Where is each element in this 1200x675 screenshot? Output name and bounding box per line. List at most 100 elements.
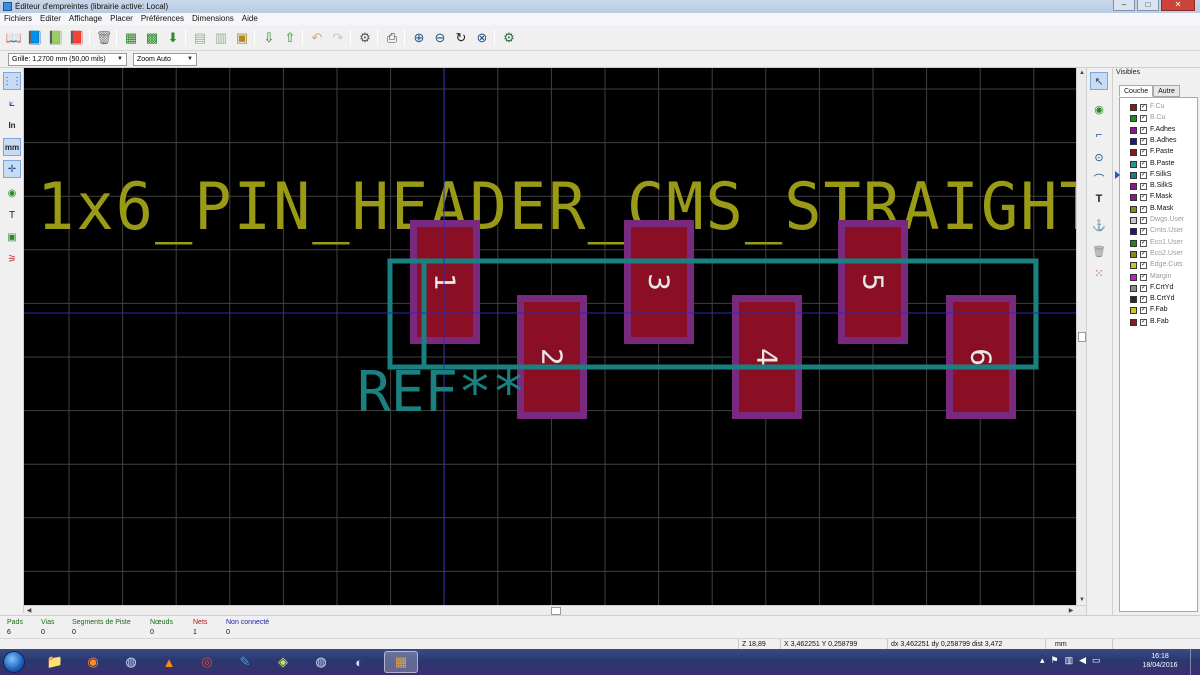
- vertical-scrollbar[interactable]: ▲ ▼: [1076, 68, 1086, 605]
- pad-2[interactable]: 2: [517, 295, 587, 419]
- network-icon[interactable]: ▥: [1065, 655, 1074, 666]
- menu-affichage[interactable]: Affichage: [69, 13, 102, 25]
- layer-row[interactable]: ✓ B.Cu: [1120, 113, 1199, 124]
- pad-5[interactable]: 5: [838, 220, 908, 344]
- layer-visibility-checkbox[interactable]: ✓: [1140, 149, 1147, 157]
- high-contrast-button[interactable]: ⚞: [3, 250, 21, 268]
- layer-color-swatch[interactable]: [1130, 273, 1137, 281]
- volume-icon[interactable]: ◀: [1079, 655, 1086, 666]
- edges-sketch-button[interactable]: ▣: [3, 228, 21, 246]
- add-circle-button[interactable]: ⊙: [1090, 148, 1108, 166]
- zoom-in-icon[interactable]: ⊕: [410, 29, 428, 47]
- layer-row[interactable]: ✓ F.Cu: [1120, 102, 1199, 113]
- layer-visibility-checkbox[interactable]: ✓: [1140, 228, 1147, 236]
- pad-sketch-button[interactable]: ◉: [3, 184, 21, 202]
- taskbar-clock[interactable]: 16:18 18/04/2016: [1140, 652, 1180, 670]
- new-footprint-icon[interactable]: ▦: [122, 29, 140, 47]
- layer-color-swatch[interactable]: [1130, 318, 1137, 326]
- layer-color-swatch[interactable]: [1130, 126, 1137, 134]
- layer-color-swatch[interactable]: [1130, 194, 1137, 202]
- layer-row[interactable]: ✓ Eco2.User: [1120, 249, 1199, 260]
- layer-row[interactable]: ✓ F.Mask: [1120, 192, 1199, 203]
- layer-color-swatch[interactable]: [1130, 307, 1137, 315]
- select-library-icon[interactable]: 📖: [5, 29, 23, 47]
- tab-couche[interactable]: Couche: [1119, 85, 1154, 97]
- layer-color-swatch[interactable]: [1130, 104, 1137, 111]
- layer-visibility-checkbox[interactable]: ✓: [1140, 171, 1147, 179]
- taskbar-app-6[interactable]: ✎: [228, 651, 262, 673]
- polar-coords-button[interactable]: ⟀: [3, 94, 21, 112]
- layer-row[interactable]: ✓ F.CrtYd: [1120, 283, 1199, 294]
- zoom-select[interactable]: Zoom Auto ▼: [133, 53, 197, 66]
- place-anchor-button[interactable]: ⚓: [1090, 216, 1108, 234]
- layer-row[interactable]: ✓ F.Fab: [1120, 305, 1199, 316]
- pad-4[interactable]: 4: [732, 295, 802, 419]
- layer-row[interactable]: ✓ F.Paste: [1120, 147, 1199, 158]
- layer-color-swatch[interactable]: [1130, 115, 1137, 123]
- layer-color-swatch[interactable]: [1130, 296, 1137, 304]
- layer-color-swatch[interactable]: [1130, 183, 1137, 191]
- layer-visibility-checkbox[interactable]: ✓: [1140, 160, 1147, 168]
- taskbar-app-9[interactable]: ◐: [342, 651, 376, 673]
- layer-color-swatch[interactable]: [1130, 171, 1137, 179]
- taskbar-explorer[interactable]: 📁: [38, 651, 72, 673]
- pad-6[interactable]: 6: [946, 295, 1016, 419]
- start-button[interactable]: [3, 651, 25, 673]
- insert-into-board-icon[interactable]: ▥: [212, 29, 230, 47]
- layer-color-swatch[interactable]: [1130, 239, 1137, 247]
- layer-color-swatch[interactable]: [1130, 284, 1137, 292]
- layer-visibility-checkbox[interactable]: ✓: [1140, 183, 1147, 191]
- add-text-button[interactable]: T: [1090, 190, 1108, 208]
- layer-visibility-checkbox[interactable]: ✓: [1140, 137, 1147, 145]
- flag-icon[interactable]: ⚑: [1051, 655, 1059, 666]
- layer-color-swatch[interactable]: [1130, 228, 1137, 236]
- footprint-reference-text[interactable]: REF**: [357, 360, 526, 425]
- check-footprint-icon[interactable]: ⚙: [500, 29, 518, 47]
- menu-placer[interactable]: Placer: [110, 13, 133, 25]
- layer-visibility-checkbox[interactable]: ✓: [1140, 115, 1147, 123]
- select-tool-button[interactable]: ↖: [1090, 72, 1108, 90]
- taskbar-kicad[interactable]: ▦: [384, 651, 418, 673]
- new-library-icon[interactable]: 📕: [68, 29, 86, 47]
- grid-origin-button[interactable]: ⁙: [1090, 264, 1108, 282]
- layer-color-swatch[interactable]: [1130, 137, 1137, 145]
- menu-fichiers[interactable]: Fichiers: [4, 13, 32, 25]
- horizontal-scrollbar[interactable]: ◀ ▶: [24, 605, 1086, 615]
- show-grid-button[interactable]: ⋮⋮: [2, 72, 22, 90]
- taskbar-chrome[interactable]: ◎: [190, 651, 224, 673]
- layer-color-swatch[interactable]: [1130, 205, 1137, 213]
- delete-tool-button[interactable]: 🗑: [1090, 242, 1108, 260]
- layer-row[interactable]: ✓ B.CrtYd: [1120, 294, 1199, 305]
- redo-icon[interactable]: ↷: [329, 29, 347, 47]
- taskbar-app-3[interactable]: ◍: [114, 651, 148, 673]
- layer-row[interactable]: ✓ F.SilkS: [1115, 170, 1199, 181]
- footprint-wizard-icon[interactable]: ▩: [143, 29, 161, 47]
- layer-row[interactable]: ✓ B.Fab: [1120, 317, 1199, 328]
- layer-row[interactable]: ✓ Eco1.User: [1120, 238, 1199, 249]
- close-button[interactable]: ✕: [1161, 0, 1195, 11]
- layer-row[interactable]: ✓ Cmts.User: [1120, 226, 1199, 237]
- load-footprint-icon[interactable]: ⬇: [164, 29, 182, 47]
- layer-visibility-checkbox[interactable]: ✓: [1140, 126, 1147, 134]
- drawing-canvas[interactable]: 1x6_PIN_HEADER_CMS_STRAIGHT 1 2 3 4 5 6: [24, 68, 1076, 605]
- layer-visibility-checkbox[interactable]: ✓: [1140, 296, 1147, 304]
- taskbar-firefox[interactable]: ◉: [76, 651, 110, 673]
- layer-visibility-checkbox[interactable]: ✓: [1140, 262, 1147, 270]
- undo-icon[interactable]: ↶: [308, 29, 326, 47]
- zoom-out-icon[interactable]: ⊖: [431, 29, 449, 47]
- layer-row[interactable]: ✓ F.Adhes: [1120, 125, 1199, 136]
- footprint-value-text[interactable]: 1x6_PIN_HEADER_CMS_STRAIGHT: [37, 168, 1076, 245]
- layer-visibility-checkbox[interactable]: ✓: [1140, 104, 1147, 111]
- module-properties-icon[interactable]: ▣: [233, 29, 251, 47]
- export-footprint-icon[interactable]: ⇧: [281, 29, 299, 47]
- layer-row[interactable]: ✓ B.Mask: [1120, 204, 1199, 215]
- menu-preferences[interactable]: Préférences: [141, 13, 184, 25]
- pad-1[interactable]: 1: [410, 220, 480, 344]
- layer-visibility-checkbox[interactable]: ✓: [1140, 194, 1147, 202]
- tab-autre[interactable]: Autre: [1153, 85, 1180, 97]
- full-crosshair-button[interactable]: ✛: [3, 160, 21, 178]
- pad-settings-icon[interactable]: ⚙: [356, 29, 374, 47]
- menu-dimensions[interactable]: Dimensions: [192, 13, 234, 25]
- layer-row[interactable]: ✓ B.Paste: [1120, 159, 1199, 170]
- layer-visibility-checkbox[interactable]: ✓: [1140, 307, 1147, 315]
